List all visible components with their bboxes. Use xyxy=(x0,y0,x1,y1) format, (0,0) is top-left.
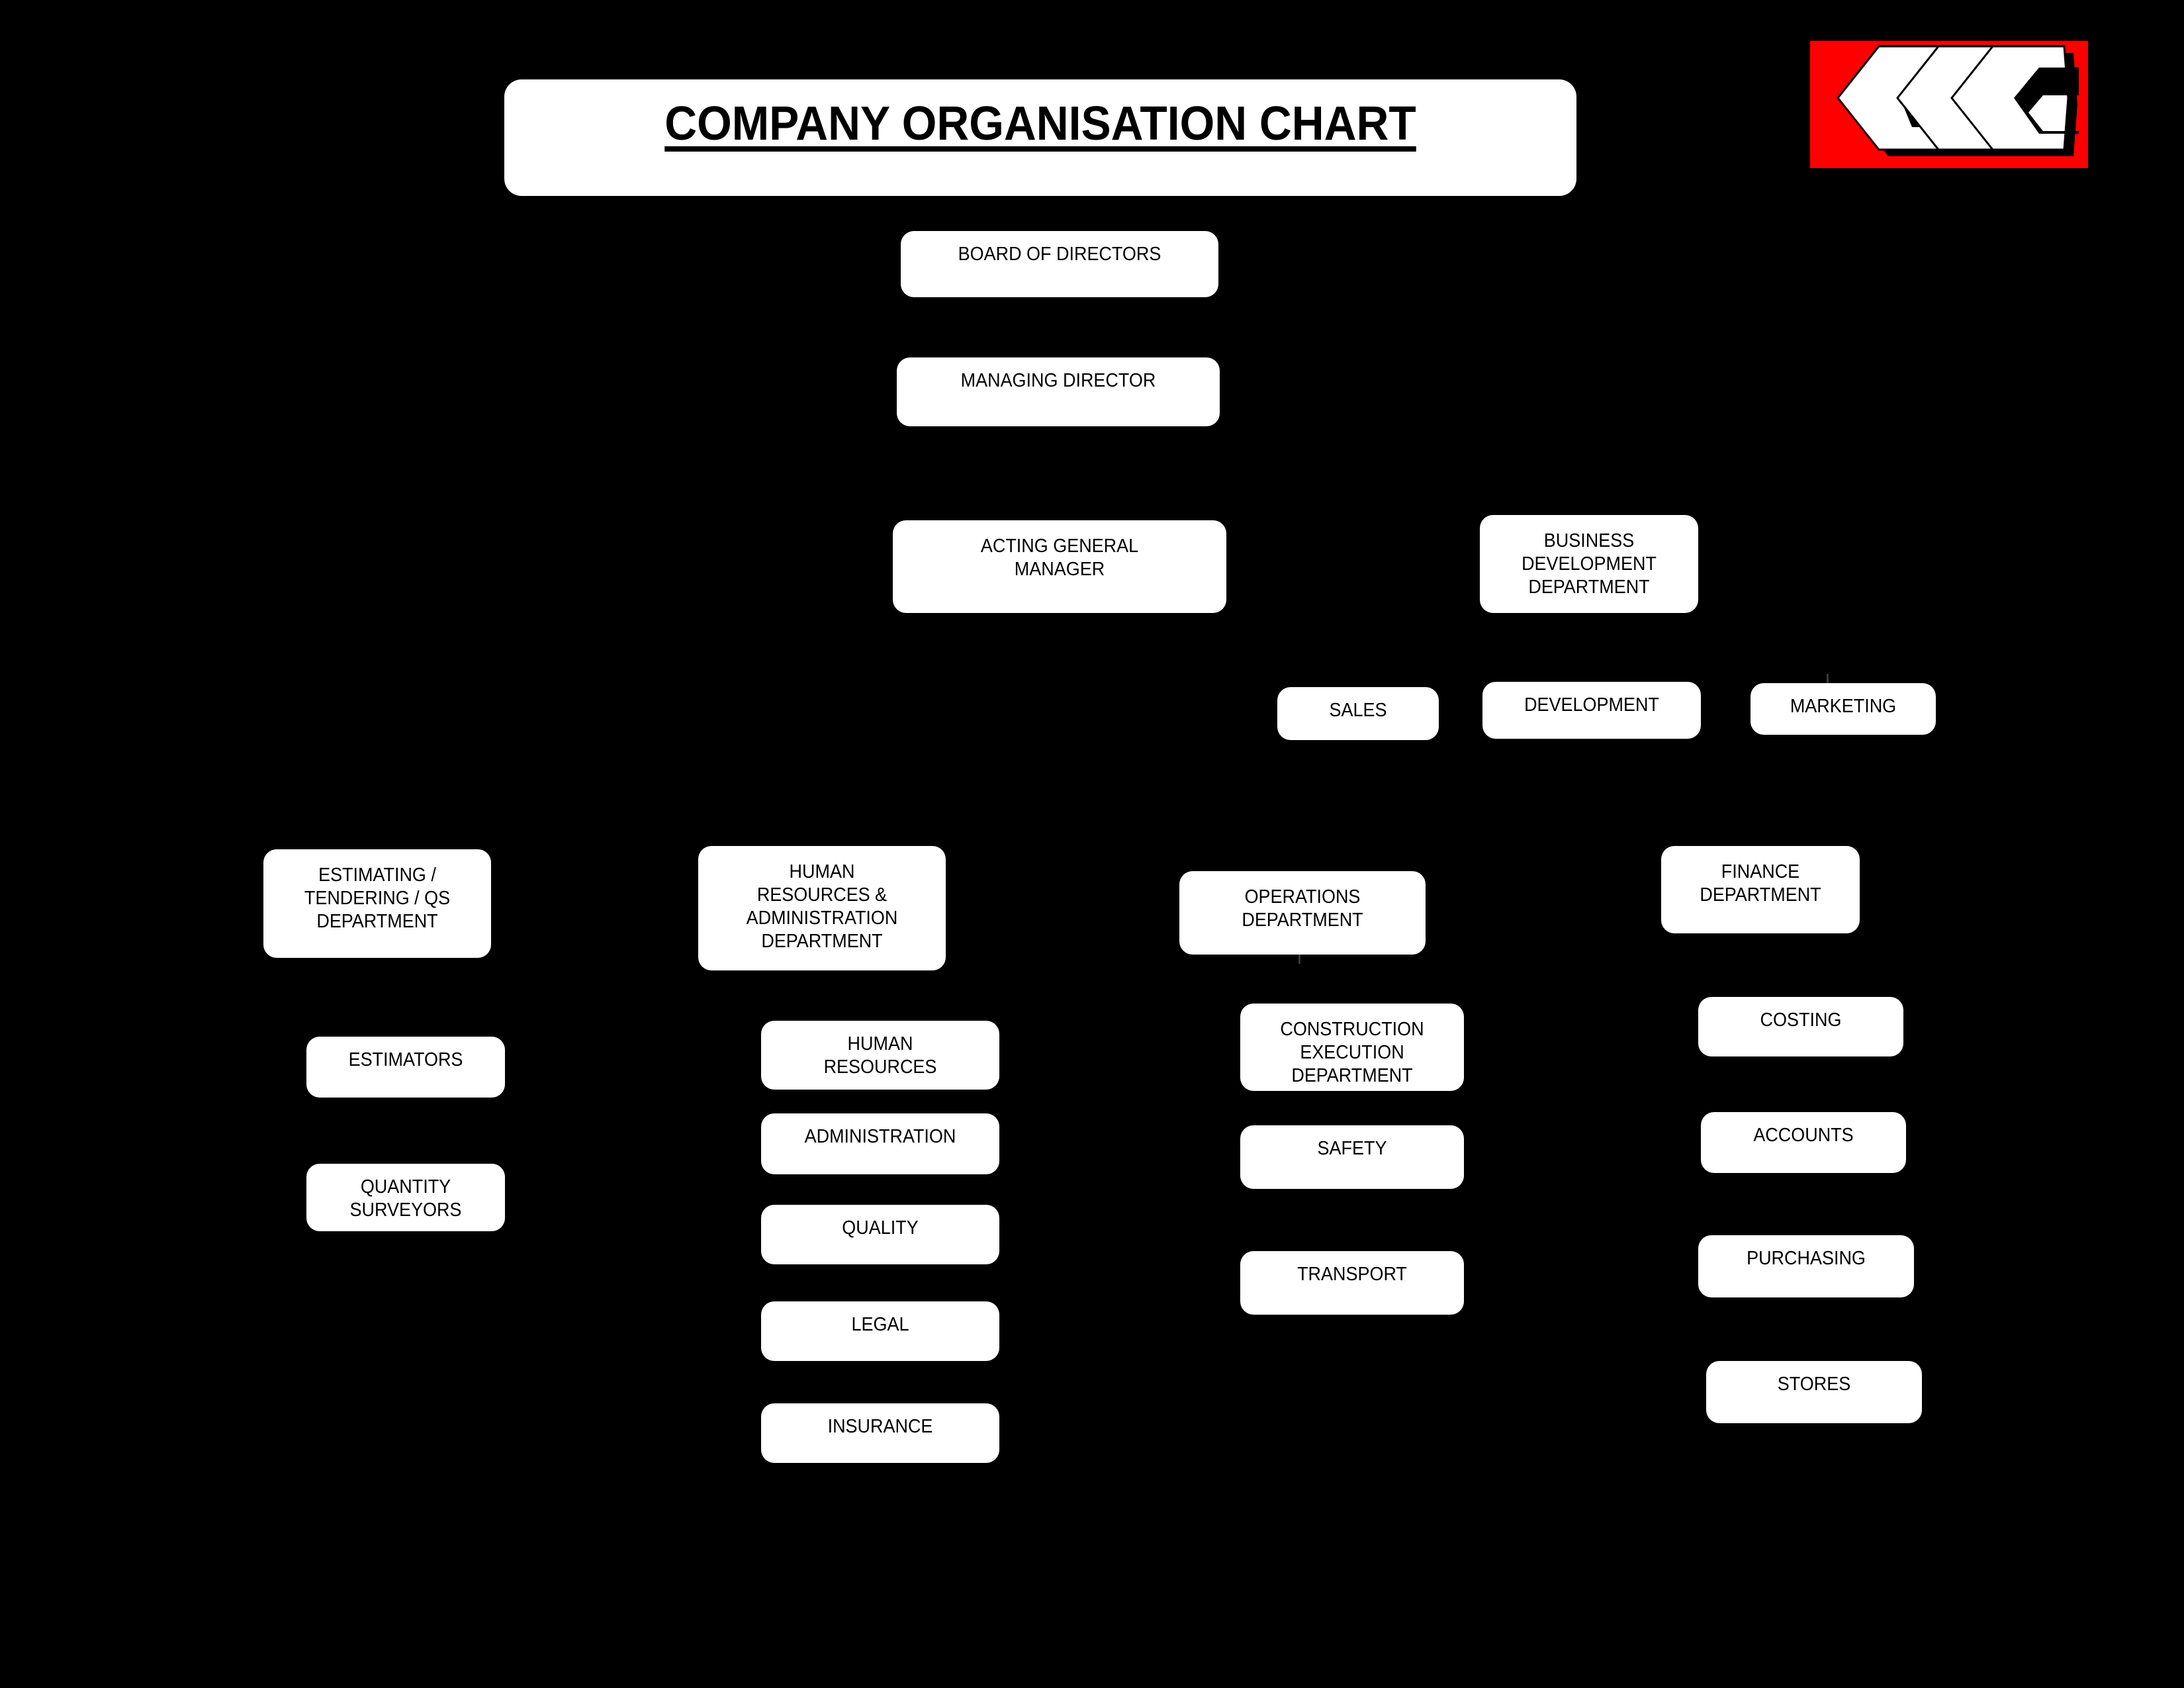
node-administration[interactable]: ADMINISTRATION xyxy=(761,1113,999,1174)
node-finance-department[interactable]: FINANCE DEPARTMENT xyxy=(1661,846,1860,933)
node-label: PURCHASING xyxy=(1747,1248,1866,1269)
node-estimating-department[interactable]: ESTIMATING / TENDERING / QS DEPARTMENT xyxy=(263,849,491,958)
node-label: SAFETY xyxy=(1317,1138,1387,1159)
gcc-logo xyxy=(1810,41,2088,168)
node-label: STORES xyxy=(1777,1374,1851,1395)
node-costing[interactable]: COSTING xyxy=(1698,997,1903,1056)
node-transport[interactable]: TRANSPORT xyxy=(1240,1251,1464,1315)
node-label: INSURANCE xyxy=(827,1416,933,1437)
page-title: COMPANY ORGANISATION CHART xyxy=(664,97,1416,150)
node-label: ACCOUNTS xyxy=(1753,1125,1854,1146)
node-label: MARKETING xyxy=(1790,696,1897,717)
node-accounts[interactable]: ACCOUNTS xyxy=(1701,1112,1906,1173)
node-label: ESTIMATORS xyxy=(348,1049,463,1070)
node-development[interactable]: DEVELOPMENT xyxy=(1482,682,1701,739)
chart-title-box: COMPANY ORGANISATION CHART xyxy=(504,79,1576,196)
node-label: ACTING GENERAL MANAGER xyxy=(980,536,1139,580)
node-label: MANAGING DIRECTOR xyxy=(960,370,1156,391)
node-purchasing[interactable]: PURCHASING xyxy=(1698,1235,1914,1297)
node-construction-execution-department[interactable]: CONSTRUCTION EXECUTION DEPARTMENT xyxy=(1240,1004,1464,1091)
gcc-logo-icon xyxy=(1837,45,2079,156)
node-label: FINANCE DEPARTMENT xyxy=(1700,861,1821,906)
node-operations-department[interactable]: OPERATIONS DEPARTMENT xyxy=(1179,871,1426,955)
node-business-development-department[interactable]: BUSINESS DEVELOPMENT DEPARTMENT xyxy=(1480,515,1698,613)
node-board-of-directors[interactable]: BOARD OF DIRECTORS xyxy=(901,231,1218,297)
node-label: OPERATIONS DEPARTMENT xyxy=(1242,886,1363,931)
node-insurance[interactable]: INSURANCE xyxy=(761,1403,999,1463)
node-label: ADMINISTRATION xyxy=(804,1126,956,1147)
node-marketing[interactable]: MARKETING xyxy=(1751,683,1936,735)
node-legal[interactable]: LEGAL xyxy=(761,1301,999,1361)
connector-stub-operations xyxy=(1298,955,1300,964)
node-safety[interactable]: SAFETY xyxy=(1240,1125,1464,1189)
node-label: HUMAN RESOURCES & ADMINISTRATION DEPARTM… xyxy=(746,861,898,952)
node-label: COSTING xyxy=(1760,1009,1842,1031)
node-hr-admin-department[interactable]: HUMAN RESOURCES & ADMINISTRATION DEPARTM… xyxy=(698,846,946,970)
node-label: CONSTRUCTION EXECUTION DEPARTMENT xyxy=(1280,1019,1424,1086)
connector-stub-marketing xyxy=(1827,674,1829,683)
node-label: BUSINESS DEVELOPMENT DEPARTMENT xyxy=(1522,530,1657,598)
node-managing-director[interactable]: MANAGING DIRECTOR xyxy=(897,357,1220,426)
node-estimators[interactable]: ESTIMATORS xyxy=(306,1037,505,1098)
node-label: TRANSPORT xyxy=(1297,1264,1407,1285)
node-label: BOARD OF DIRECTORS xyxy=(958,244,1161,265)
node-label: HUMAN RESOURCES xyxy=(823,1033,937,1078)
node-stores[interactable]: STORES xyxy=(1706,1361,1922,1423)
node-label: DEVELOPMENT xyxy=(1524,694,1659,716)
node-quality[interactable]: QUALITY xyxy=(761,1205,999,1264)
node-label: QUALITY xyxy=(842,1217,919,1239)
node-label: LEGAL xyxy=(851,1314,909,1335)
node-label: QUANTITY SURVEYORS xyxy=(349,1176,462,1221)
node-sales[interactable]: SALES xyxy=(1277,687,1439,740)
node-label: ESTIMATING / TENDERING / QS DEPARTMENT xyxy=(304,865,451,932)
node-label: SALES xyxy=(1329,700,1387,721)
node-acting-general-manager[interactable]: ACTING GENERAL MANAGER xyxy=(893,520,1226,613)
node-quantity-surveyors[interactable]: QUANTITY SURVEYORS xyxy=(306,1164,505,1231)
node-human-resources[interactable]: HUMAN RESOURCES xyxy=(761,1021,999,1090)
org-chart-canvas: COMPANY ORGANISATION CHART BOARD OF DIRE… xyxy=(0,0,2184,1688)
